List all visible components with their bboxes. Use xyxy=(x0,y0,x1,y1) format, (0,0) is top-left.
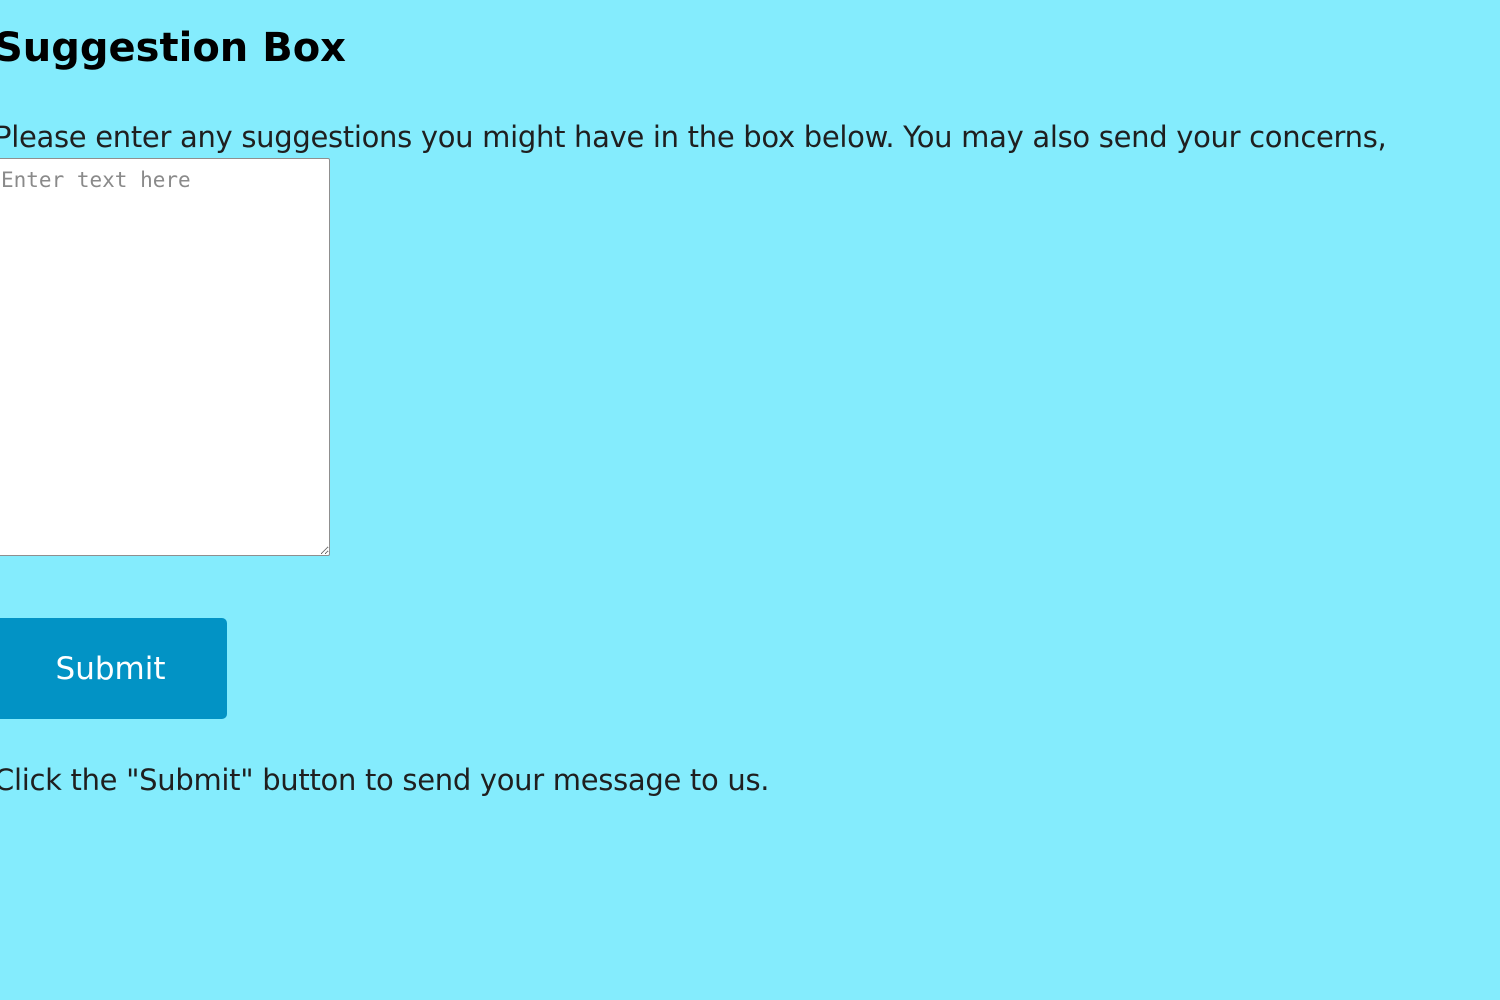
intro-text: Please enter any suggestions you might h… xyxy=(0,120,1387,154)
suggestion-page: Suggestion Box Please enter any suggesti… xyxy=(0,0,1500,1000)
submit-hint-text: Click the "Submit" button to send your m… xyxy=(0,763,770,797)
submit-button[interactable]: Submit xyxy=(0,618,227,719)
page-title: Suggestion Box xyxy=(0,25,346,71)
suggestion-textarea[interactable] xyxy=(0,158,330,556)
